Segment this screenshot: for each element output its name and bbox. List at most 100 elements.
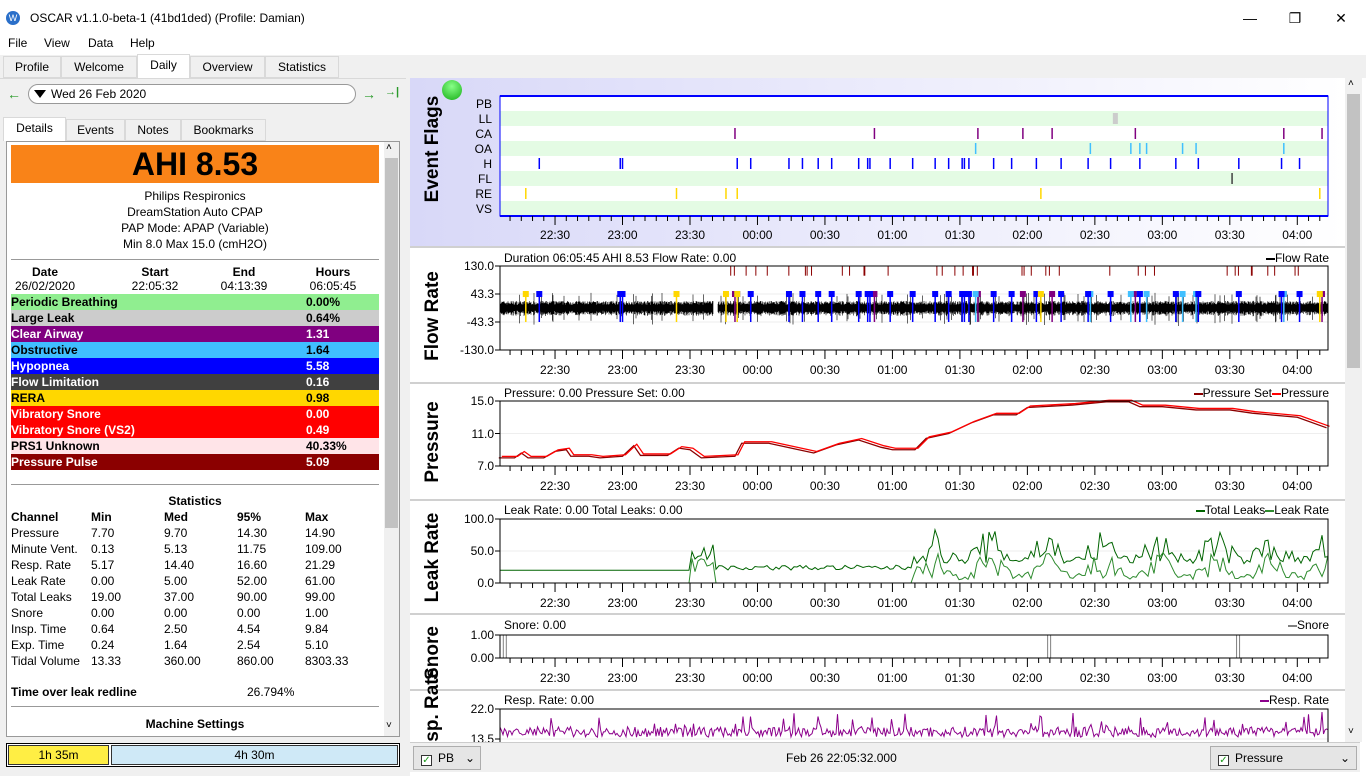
divider [11, 706, 379, 707]
x-tick-label: 02:30 [1079, 479, 1110, 493]
session-bar-1[interactable]: 1h 35m [8, 745, 109, 765]
tab-bookmarks[interactable]: Bookmarks [181, 119, 266, 141]
x-tick-label: 23:30 [674, 596, 705, 610]
tab-daily[interactable]: Daily [137, 54, 190, 78]
event-label: PRS1 Unknown [11, 439, 100, 453]
event-value: 0.49 [306, 423, 330, 437]
flow-event-flag [1058, 291, 1065, 298]
close-button[interactable]: ✕ [1318, 6, 1364, 30]
flow-event-flag [1037, 291, 1044, 298]
event-value: 0.98 [306, 391, 330, 405]
flow-event-flag [887, 291, 894, 298]
x-tick-label: 03:30 [1214, 228, 1245, 242]
checkbox-icon: ✓ [421, 755, 432, 766]
stats-cell: 860.00 [237, 654, 274, 668]
next-day-button[interactable]: → [362, 86, 376, 102]
stats-row: Resp. Rate 5.17 14.40 16.60 21.29 [11, 557, 379, 573]
x-tick-label: 01:30 [944, 671, 975, 685]
event-value: 5.58 [306, 359, 330, 373]
last-day-button[interactable]: →| [385, 86, 399, 98]
event-label: Obstructive [11, 343, 78, 357]
scroll-down-icon[interactable]: ˅ [386, 720, 392, 731]
event-index-row: Obstructive 1.64 [11, 342, 379, 358]
x-tick-label: 00:30 [809, 596, 840, 610]
menu-data[interactable]: Data [88, 36, 113, 50]
graph-combo[interactable]: ✓ Pressure ⌄ [1210, 746, 1357, 770]
flow-event-flag [932, 291, 939, 298]
menu-view[interactable]: View [44, 36, 70, 50]
graph-area: Event Flags PB LL CA OA H FL RE VS 22:30 23:00 23:3… [410, 76, 1366, 776]
event-flag-combo[interactable]: ✓ PB ⌄ [413, 746, 481, 770]
x-tick-label: 23:00 [607, 228, 638, 242]
y-tick-label: 130.0 [463, 259, 494, 273]
x-tick-label: 01:00 [877, 596, 908, 610]
x-tick-label: 00:30 [809, 671, 840, 685]
prev-day-button[interactable]: ← [7, 86, 21, 102]
tab-notes[interactable]: Notes [125, 119, 181, 141]
stats-column-header: Min [91, 510, 112, 524]
scroll-up-icon[interactable]: ˄ [386, 142, 392, 153]
stats-cell: 99.00 [305, 590, 336, 604]
window-title: OSCAR v1.1.0-beta-1 (41bd1ded) (Profile:… [30, 11, 305, 25]
flow-graph: Flow Rate Duration 06:05:45 AHI 8.53 Flow… [410, 250, 1345, 384]
stats-cell: 4.54 [237, 622, 261, 636]
maximize-button[interactable]: ❐ [1272, 6, 1318, 30]
tab-statistics[interactable]: Statistics [265, 56, 339, 78]
scroll-thumb[interactable] [385, 158, 398, 528]
details-scrollbar[interactable]: ˄ ˅ [384, 142, 399, 736]
stats-cell: 52.00 [237, 574, 268, 588]
leak-redline-label: Time over leak redline [11, 685, 137, 699]
x-tick-label: 02:00 [1012, 479, 1043, 493]
plot-border [499, 634, 1329, 659]
session-header: Date [31, 265, 58, 279]
x-tick-label: 01:30 [944, 228, 975, 242]
channel-row [500, 141, 1328, 156]
channel-label: LL [478, 112, 492, 126]
event-index-row: Vibratory Snore 0.00 [11, 406, 379, 422]
stats-cell: 19.00 [91, 590, 122, 604]
event-index-row: Flow Limitation 0.16 [11, 374, 379, 390]
tab-overview[interactable]: Overview [190, 56, 265, 78]
y-tick-label: 50.0 [470, 544, 494, 558]
stats-cell: 2.54 [237, 638, 261, 652]
flow-event-flag [722, 291, 729, 298]
machine-brand: Philips Respironics [144, 189, 246, 203]
scroll-down-icon[interactable]: ˅ [1348, 726, 1354, 737]
stats-cell: 7.70 [91, 526, 115, 540]
y-tick-label: 100.0 [463, 512, 494, 526]
graph-scrollbar[interactable]: ˄ ˅ [1345, 78, 1362, 742]
flow-event-flag [1235, 291, 1242, 298]
tab-welcome[interactable]: Welcome [61, 56, 137, 78]
tab-profile[interactable]: Profile [3, 56, 61, 78]
stats-row: Snore 0.00 0.00 0.00 1.00 [11, 605, 379, 621]
event-label: Vibratory Snore [11, 407, 101, 421]
menu-bar: File View Data Help [0, 33, 1366, 55]
x-tick-label: 02:30 [1079, 228, 1110, 242]
session-bar-2[interactable]: 4h 30m [111, 745, 398, 765]
stats-cell: Resp. Rate [11, 558, 72, 572]
y-tick-label: -43.3 [466, 314, 494, 329]
flow-event-flag [1179, 291, 1186, 298]
tab-events[interactable]: Events [66, 119, 125, 141]
scroll-thumb[interactable] [1347, 94, 1360, 368]
scroll-up-icon[interactable]: ˄ [1348, 78, 1354, 89]
y-tick-label: 22.0 [470, 702, 494, 716]
tab-details[interactable]: Details [3, 117, 66, 141]
flow-event-flag [522, 291, 529, 298]
event-value: 1.31 [306, 327, 330, 341]
channel-label: H [483, 157, 492, 171]
flow-event-flag [965, 291, 972, 298]
menu-help[interactable]: Help [130, 36, 155, 50]
stats-row: Pressure 7.70 9.70 14.30 14.90 [11, 525, 379, 541]
event-label: RERA [11, 391, 46, 405]
minimize-button[interactable]: — [1227, 6, 1273, 30]
app-icon: W [6, 11, 20, 25]
x-tick-label: 22:30 [540, 479, 571, 493]
event-label: Periodic Breathing [11, 295, 118, 309]
menu-file[interactable]: File [8, 36, 27, 50]
x-tick-label: 23:30 [674, 228, 705, 242]
date-selector[interactable]: Wed 26 Feb 2020 [28, 84, 356, 104]
x-tick-label: 03:00 [1147, 363, 1178, 377]
x-tick-label: 02:30 [1079, 363, 1110, 377]
stats-cell: Total Leaks [11, 590, 72, 604]
